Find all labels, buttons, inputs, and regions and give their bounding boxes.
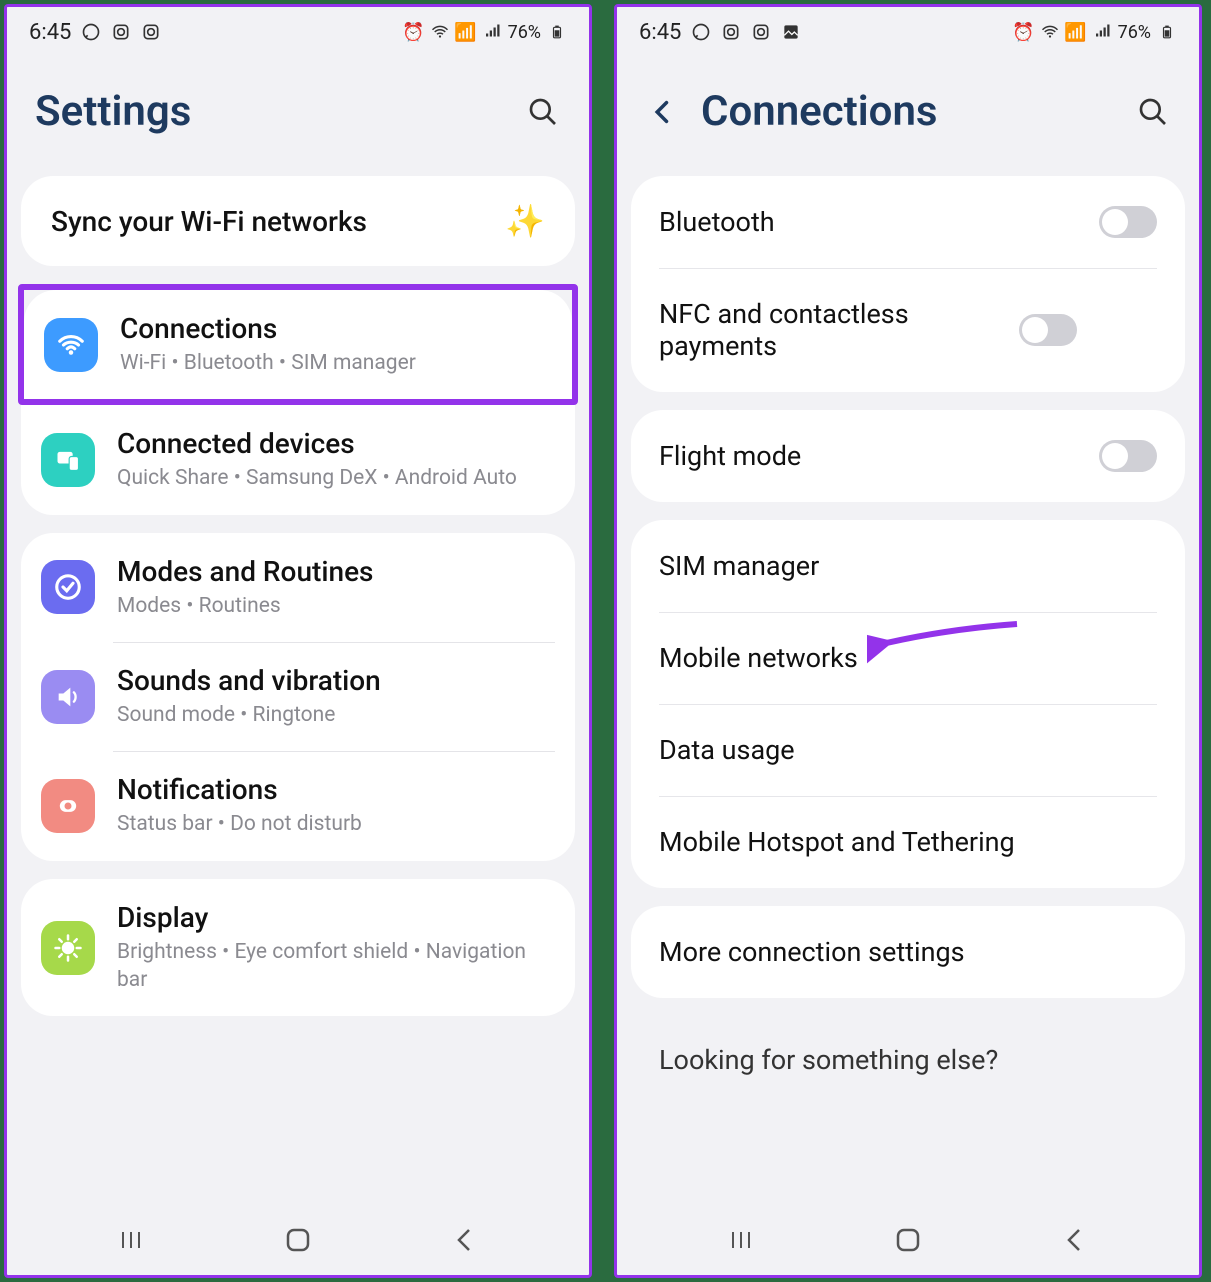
row-subtitle: Quick Share • Samsung DeX • Android Auto [117,464,555,492]
battery-percent: 76% [508,22,541,43]
settings-row-modes[interactable]: Modes and Routines Modes • Routines [21,533,575,642]
home-button[interactable] [278,1220,318,1260]
signal-icon [482,22,502,42]
whatsapp-icon [691,22,711,42]
looking-for-something: Looking for something else? [631,1016,1185,1086]
search-button[interactable] [525,94,561,130]
flight-mode-toggle[interactable] [1099,440,1157,472]
row-label: More connection settings [659,936,1157,968]
row-subtitle: Status bar • Do not disturb [117,810,555,838]
alarm-icon: ⏰ [404,22,424,42]
back-button[interactable] [645,94,681,130]
page-title: Settings [35,87,505,136]
sync-card[interactable]: Sync your Wi-Fi networks ✨ [21,176,575,266]
page-title: Connections [701,87,1115,136]
row-title: Connected devices [117,427,555,460]
battery-icon [1157,22,1177,42]
row-flight-mode[interactable]: Flight mode [631,410,1185,502]
row-title: Modes and Routines [117,555,555,588]
nfc-toggle[interactable] [1019,314,1077,346]
instagram-icon [111,22,131,42]
row-bluetooth[interactable]: Bluetooth [631,176,1185,268]
search-button[interactable] [1135,94,1171,130]
settings-row-connections[interactable]: Connections Wi-Fi • Bluetooth • SIM mana… [24,290,572,399]
instagram-icon-2 [751,22,771,42]
devices-icon [41,433,95,487]
wifi-icon [44,318,98,372]
row-label: Bluetooth [659,206,1099,238]
row-subtitle: Wi-Fi • Bluetooth • SIM manager [120,349,552,377]
sparkle-icon: ✨ [505,202,545,240]
row-label: Data usage [659,734,1157,766]
row-hotspot[interactable]: Mobile Hotspot and Tethering [631,796,1185,888]
row-subtitle: Modes • Routines [117,592,555,620]
row-mobile-networks[interactable]: Mobile networks [631,612,1185,704]
battery-percent: 76% [1118,22,1151,43]
settings-row-connected-devices[interactable]: Connected devices Quick Share • Samsung … [21,405,575,514]
back-button[interactable] [445,1220,485,1260]
wifi-icon [430,22,450,42]
row-title: Connections [120,312,552,345]
row-subtitle: Brightness • Eye comfort shield • Naviga… [117,938,555,995]
instagram-icon [721,22,741,42]
gallery-icon [781,22,801,42]
recents-button[interactable] [111,1220,151,1260]
row-title: Notifications [117,773,555,806]
settings-row-sounds[interactable]: Sounds and vibration Sound mode • Ringto… [21,642,575,751]
row-more-settings[interactable]: More connection settings [631,906,1185,998]
row-data-usage[interactable]: Data usage [631,704,1185,796]
bluetooth-toggle[interactable] [1099,206,1157,238]
settings-header: Settings [7,57,589,176]
row-nfc[interactable]: NFC and contactless payments [631,268,1185,392]
instagram-icon-2 [141,22,161,42]
alarm-icon: ⏰ [1014,22,1034,42]
settings-row-notifications[interactable]: Notifications Status bar • Do not distur… [21,751,575,860]
row-subtitle: Sound mode • Ringtone [117,701,555,729]
volte-icon: 📶 [456,22,476,42]
sync-label: Sync your Wi-Fi networks [51,205,367,238]
row-label: NFC and contactless payments [659,298,1019,362]
connections-header: Connections [617,57,1199,176]
row-title: Display [117,901,555,934]
row-label: Mobile networks [659,642,1157,674]
phone-settings: 6:45 ⏰ 📶 76% Sett [4,4,592,1278]
nav-bar [617,1205,1199,1275]
whatsapp-icon [81,22,101,42]
recents-button[interactable] [721,1220,761,1260]
wifi-icon [1040,22,1060,42]
status-time: 6:45 [29,20,71,45]
battery-icon [547,22,567,42]
row-label: Mobile Hotspot and Tethering [659,826,1157,858]
bell-icon [41,779,95,833]
sun-icon [41,921,95,975]
back-button[interactable] [1055,1220,1095,1260]
home-button[interactable] [888,1220,928,1260]
status-bar: 6:45 ⏰ 📶 76% [7,7,589,57]
volte-icon: 📶 [1066,22,1086,42]
settings-row-display[interactable]: Display Brightness • Eye comfort shield … [21,879,575,1017]
highlight-annotation: Connections Wi-Fi • Bluetooth • SIM mana… [18,284,578,405]
row-sim-manager[interactable]: SIM manager [631,520,1185,612]
nav-bar [7,1205,589,1275]
row-label: Flight mode [659,440,1099,472]
row-label: SIM manager [659,550,1157,582]
status-time: 6:45 [639,20,681,45]
target-icon [41,560,95,614]
signal-icon [1092,22,1112,42]
sound-icon [41,670,95,724]
row-title: Sounds and vibration [117,664,555,697]
phone-connections: 6:45 ⏰ 📶 76% Connections Bluetooth [614,4,1202,1278]
status-bar: 6:45 ⏰ 📶 76% [617,7,1199,57]
